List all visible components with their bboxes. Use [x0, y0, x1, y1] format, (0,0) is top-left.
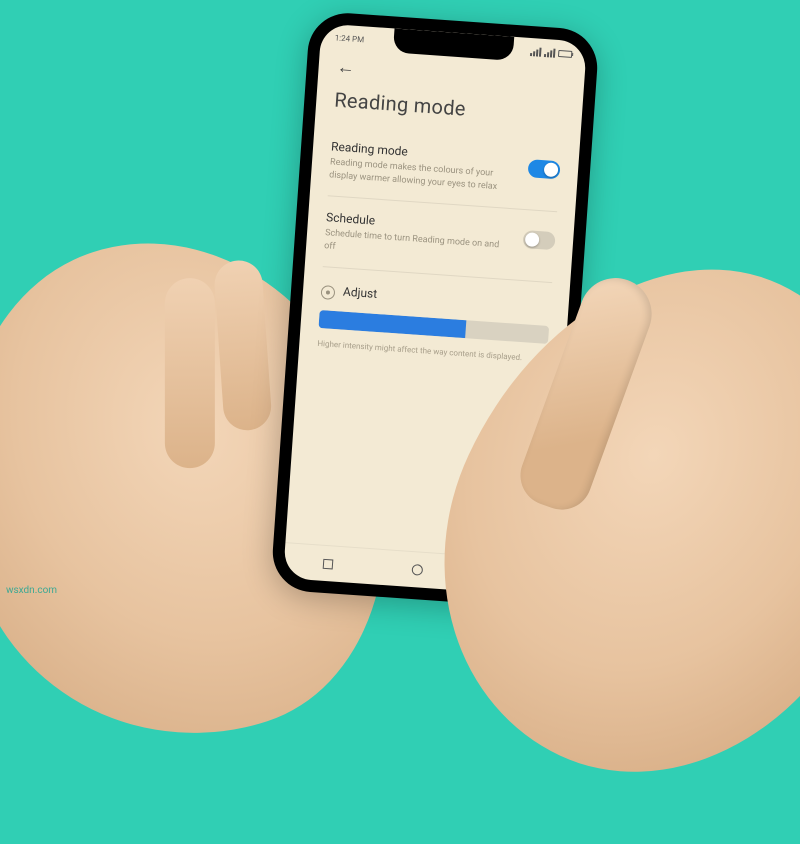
back-arrow-icon[interactable]: ← [336, 57, 355, 79]
setting-text: Reading mode Reading mode makes the colo… [329, 139, 517, 194]
signal-icon [530, 47, 542, 57]
left-finger [213, 259, 273, 432]
battery-icon [558, 49, 572, 57]
nav-home-icon[interactable] [411, 564, 423, 576]
nav-recent-icon[interactable] [323, 558, 334, 569]
status-time: 1:24 PM [334, 33, 364, 44]
setting-text: Schedule Schedule time to turn Reading m… [324, 210, 512, 265]
signal-icon [544, 48, 556, 58]
slider-fill [318, 310, 466, 338]
left-finger [165, 278, 215, 468]
toggle-knob [544, 162, 559, 177]
status-right [530, 47, 573, 59]
intensity-slider[interactable] [318, 310, 549, 344]
slider-note: Higher intensity might affect the way co… [317, 338, 547, 366]
adjust-label: Adjust [343, 285, 378, 301]
adjust-section: Adjust Higher intensity might affect the… [316, 267, 552, 372]
adjust-label-row: Adjust [320, 283, 551, 316]
watermark: wsxdn.com [6, 585, 57, 596]
eye-icon [320, 285, 335, 300]
toggle-knob [525, 232, 540, 247]
schedule-toggle[interactable] [523, 230, 556, 250]
reading-mode-toggle[interactable] [527, 159, 560, 179]
